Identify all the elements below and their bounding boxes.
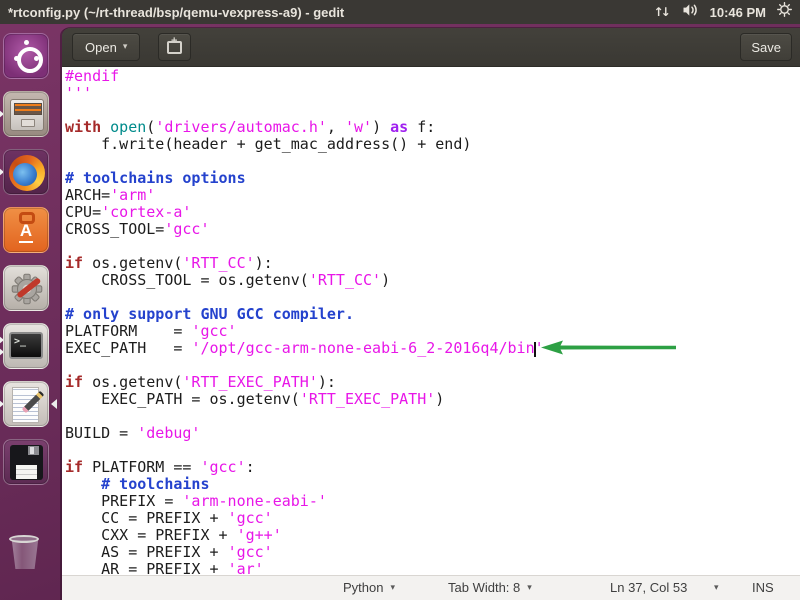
- open-button-label: Open: [85, 40, 117, 55]
- language-selector[interactable]: Python ▾: [343, 576, 395, 599]
- text-editor-icon[interactable]: [3, 381, 49, 427]
- terminal-screen: >_: [9, 332, 43, 359]
- code-line: [65, 153, 800, 170]
- code-line: if PLATFORM == 'gcc':: [65, 459, 800, 476]
- files-icon[interactable]: [3, 91, 49, 137]
- new-tab-icon: [167, 41, 182, 54]
- focused-window-arrow: [51, 399, 57, 409]
- gedit-statusbar: Python ▾ Tab Width: 8 ▾ Ln 37, Col 53 ▾ …: [62, 575, 800, 600]
- code-line: EXEC_PATH = '/opt/gcc-arm-none-eabi-6_2-…: [65, 340, 800, 357]
- firefox-icon[interactable]: [3, 149, 49, 195]
- code-line: PLATFORM = 'gcc': [65, 323, 800, 340]
- trash-rim: [9, 535, 39, 543]
- unity-launcher: A >_: [0, 24, 54, 600]
- clock[interactable]: 10:46 PM: [710, 5, 766, 20]
- chevron-down-icon: ▾: [714, 583, 719, 593]
- network-arrows-icon[interactable]: ↑↓: [654, 5, 671, 19]
- software-a-underline: [19, 241, 33, 243]
- code-line: CC = PREFIX + 'gcc': [65, 510, 800, 527]
- code-line: ARCH='arm': [65, 187, 800, 204]
- save-button[interactable]: Save: [740, 33, 792, 61]
- desktop: *rtconfig.py (~/rt-thread/bsp/qemu-vexpr…: [0, 0, 800, 600]
- floppy-body: [10, 445, 43, 480]
- code-line: PREFIX = 'arm-none-eabi-': [65, 493, 800, 510]
- language-label: Python: [343, 580, 383, 595]
- code-line: [65, 408, 800, 425]
- tab-width-label: Tab Width: 8: [448, 580, 520, 595]
- firefox-globe-blue: [13, 163, 37, 186]
- code-line: [65, 442, 800, 459]
- code-line: BUILD = 'debug': [65, 425, 800, 442]
- trash-body: [10, 540, 40, 569]
- file-cabinet-shape: [10, 99, 44, 131]
- cursor-position-label: Ln 37, Col 53: [610, 580, 687, 595]
- terminal-prompt-glyph: >_: [14, 336, 26, 347]
- cabinet-drawer-open: [14, 103, 42, 115]
- code-line: CPU='cortex-a': [65, 204, 800, 221]
- ubuntu-logo-dots: [24, 40, 29, 45]
- code-line: CXX = PREFIX + 'g++': [65, 527, 800, 544]
- ubuntu-logo-ring: [17, 47, 43, 73]
- code-line: AS = PREFIX + 'gcc': [65, 544, 800, 561]
- open-button[interactable]: Open ▾: [72, 33, 140, 61]
- code-line: ''': [65, 85, 800, 102]
- chevron-down-icon: ▾: [123, 42, 128, 52]
- terminal-icon[interactable]: >_: [3, 323, 49, 369]
- code-line: AR = PREFIX + 'ar': [65, 561, 800, 576]
- save-button-label: Save: [751, 40, 781, 55]
- code-line: # toolchains: [65, 476, 800, 493]
- gedit-headerbar: Open ▾ Save: [62, 28, 800, 67]
- code-line: #endif: [65, 68, 800, 85]
- code-line: CROSS_TOOL='gcc': [65, 221, 800, 238]
- floppy-shutter: [28, 446, 39, 455]
- code-line: if os.getenv('RTT_CC'):: [65, 255, 800, 272]
- system-tray: ↑↓ 10:46 PM: [654, 2, 792, 22]
- gedit-window: Open ▾ Save #endif''' with open('drivers/…: [62, 28, 800, 600]
- cabinet-handle: [21, 119, 35, 127]
- top-panel: *rtconfig.py (~/rt-thread/bsp/qemu-vexpr…: [0, 0, 800, 24]
- code-line: if os.getenv('RTT_EXEC_PATH'):: [65, 374, 800, 391]
- code-line: with open('drivers/automac.h', 'w') as f…: [65, 119, 800, 136]
- volume-icon[interactable]: [682, 3, 699, 22]
- chevron-down-icon: ▾: [390, 583, 395, 593]
- session-gear-icon[interactable]: [777, 2, 792, 22]
- code-line: # only support GNU GCC compiler.: [65, 306, 800, 323]
- floppy-label: [16, 465, 37, 479]
- tab-width-selector[interactable]: Tab Width: 8 ▾: [448, 576, 532, 599]
- window-title: *rtconfig.py (~/rt-thread/bsp/qemu-vexpr…: [8, 5, 344, 20]
- chevron-down-icon: ▾: [527, 583, 532, 593]
- code-line: [65, 102, 800, 119]
- code-line: CROSS_TOOL = os.getenv('RTT_CC'): [65, 272, 800, 289]
- statusbar-dropdown[interactable]: ▾: [714, 576, 719, 599]
- code-line: # toolchains options: [65, 170, 800, 187]
- insert-mode-indicator: INS: [752, 576, 774, 599]
- green-annotation-arrow: [536, 339, 686, 356]
- new-document-button[interactable]: [158, 33, 191, 61]
- code-line: f.write(header + get_mac_address() + end…: [65, 136, 800, 153]
- code-line: [65, 289, 800, 306]
- firefox-globe: [9, 155, 45, 191]
- code-editor[interactable]: #endif''' with open('drivers/automac.h', …: [62, 67, 800, 576]
- ubuntu-dash-icon[interactable]: [3, 33, 49, 79]
- trash-icon[interactable]: [3, 529, 49, 575]
- ubuntu-software-icon[interactable]: A: [3, 207, 49, 253]
- gear-wrench-glyph: [8, 270, 46, 308]
- code-line: EXEC_PATH = os.getenv('RTT_EXEC_PATH'): [65, 391, 800, 408]
- system-settings-icon[interactable]: [3, 265, 49, 311]
- software-a-glyph: A: [4, 221, 48, 241]
- floppy-disk-icon[interactable]: [3, 439, 49, 485]
- insert-mode-label: INS: [752, 580, 774, 595]
- code-line: [65, 238, 800, 255]
- cursor-position[interactable]: Ln 37, Col 53: [610, 576, 687, 599]
- code-line: [65, 357, 800, 374]
